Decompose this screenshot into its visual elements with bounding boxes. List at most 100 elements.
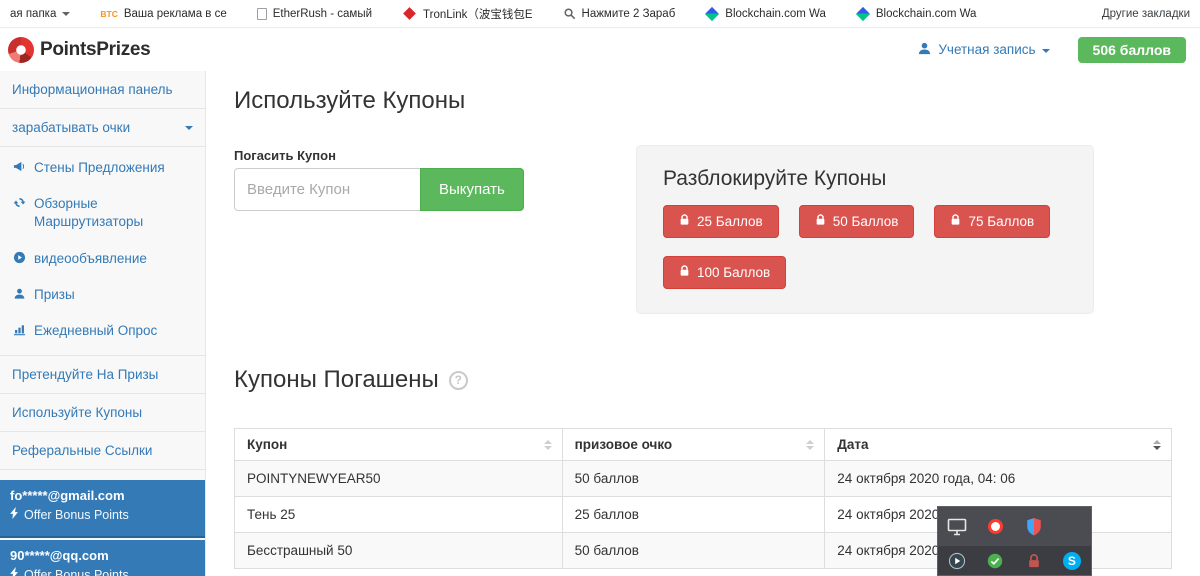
bookmark-item[interactable]: TronLink（波宝钱包E — [402, 6, 533, 22]
search-icon — [563, 7, 576, 20]
system-tray-flyout: S — [937, 506, 1092, 576]
redeem-button[interactable]: Выкупать — [420, 168, 524, 211]
cell-coupon: Тень 25 — [235, 497, 563, 533]
sidebar-item-prizes[interactable]: Призы — [0, 277, 205, 313]
column-header-coupon[interactable]: Купон — [235, 429, 563, 461]
opera-icon[interactable] — [988, 519, 1003, 534]
redeem-coupon-label: Погасить Купон — [234, 148, 336, 163]
header: PointsPrizes Учетная запись 506 баллов — [0, 28, 1200, 71]
sidebar-item-video-ads[interactable]: видеообъявление — [0, 241, 205, 277]
bookmark-label: Ваша реклама в се — [124, 8, 227, 20]
sidebar-item-use-coupons[interactable]: Используйте Купоны — [0, 394, 205, 432]
referral-note-label: Offer Bonus Points — [24, 568, 129, 576]
cell-date: 24 октября 2020 года, 04: 06 — [825, 461, 1172, 497]
tronlink-icon — [403, 7, 416, 20]
chart-icon — [13, 323, 26, 339]
tray-row — [938, 507, 1091, 546]
redeemed-coupons-title-label: Купоны Погашены — [234, 366, 439, 394]
column-label: Купон — [247, 437, 287, 452]
bookmark-item[interactable]: EtherRush - самый — [257, 8, 372, 20]
unlock-coupons-title: Разблокируйте Купоны — [637, 146, 1093, 191]
sidebar-item-label: Используйте Купоны — [12, 405, 142, 420]
unlock-button-label: 100 Баллов — [697, 265, 770, 280]
skype-letter: S — [1063, 552, 1081, 570]
brand-logo[interactable]: PointsPrizes — [8, 37, 150, 63]
blockchain-icon — [856, 6, 870, 20]
table-row: POINTYNEWYEAR50 50 баллов 24 октября 202… — [235, 461, 1172, 497]
sort-icon — [544, 440, 552, 450]
sidebar-item-referral-links[interactable]: Реферальные Ссылки — [0, 432, 205, 470]
coupon-input[interactable] — [234, 168, 420, 211]
btc-icon: BTC — [100, 9, 117, 19]
bookmark-item[interactable]: BTC Ваша реклама в се — [100, 8, 226, 20]
sidebar-item-survey-routers[interactable]: Обзорные Маршрутизаторы — [0, 186, 205, 240]
sidebar-item-daily-poll[interactable]: Ежедневный Опрос — [0, 313, 205, 349]
column-header-date[interactable]: Дата — [825, 429, 1172, 461]
referral-email: 90*****@qq.com — [10, 548, 195, 563]
cell-coupon: POINTYNEWYEAR50 — [235, 461, 563, 497]
unlock-button-label: 25 Баллов — [697, 214, 763, 229]
bolt-icon — [10, 567, 19, 576]
referral-email: fo*****@gmail.com — [10, 488, 195, 503]
unlock-50-button[interactable]: 50 Баллов — [799, 205, 915, 238]
blockchain-icon — [705, 6, 719, 20]
bookmark-label: Нажмите 2 Зараб — [582, 8, 676, 20]
skype-icon[interactable]: S — [1063, 552, 1081, 570]
unlock-75-button[interactable]: 75 Баллов — [934, 205, 1050, 238]
redeemed-coupons-title: Купоны Погашены ? — [234, 366, 468, 394]
colored-grid-icon[interactable] — [1063, 518, 1080, 535]
user-icon — [917, 41, 932, 59]
chevron-down-icon — [62, 12, 70, 16]
lock-icon — [815, 214, 826, 229]
sidebar-item-offer-walls[interactable]: Стены Предложения — [0, 150, 205, 186]
display-icon[interactable] — [946, 517, 968, 537]
column-label: Дата — [837, 437, 868, 452]
megaphone-icon — [13, 160, 26, 176]
page-title: Используйте Купоны — [234, 87, 465, 115]
bolt-icon — [10, 507, 19, 522]
help-icon[interactable]: ? — [449, 371, 468, 390]
lock-icon — [679, 265, 690, 280]
unlock-25-button[interactable]: 25 Баллов — [663, 205, 779, 238]
lock-icon[interactable] — [1027, 553, 1041, 569]
chevron-down-icon — [185, 126, 193, 130]
bookmark-item[interactable]: Нажмите 2 Зараб — [563, 7, 676, 20]
pointsprizes-logo-icon — [8, 37, 34, 63]
table-header-row: Купон призовое очко Дата — [235, 429, 1172, 461]
sort-icon — [806, 440, 814, 450]
tray-row: S — [938, 546, 1091, 575]
account-menu[interactable]: Учетная запись — [917, 41, 1049, 59]
sidebar-item-label: видеообъявление — [34, 250, 147, 268]
bookmark-item[interactable]: Blockchain.com Wa — [856, 8, 977, 20]
bookmark-label: Blockchain.com Wa — [725, 8, 826, 20]
redeem-input-group: Выкупать — [234, 168, 524, 211]
points-balance-badge[interactable]: 506 баллов — [1078, 37, 1186, 63]
other-bookmarks-button[interactable]: Другие закладки — [1102, 8, 1190, 20]
checkmark-icon[interactable] — [987, 553, 1003, 569]
refresh-icon — [13, 196, 26, 212]
shield-icon[interactable] — [1025, 517, 1043, 537]
sidebar-item-label: Обзорные Маршрутизаторы — [34, 195, 184, 231]
sidebar-item-claim-prizes[interactable]: Претендуйте На Призы — [0, 356, 205, 394]
chevron-down-icon — [1042, 49, 1050, 53]
bookmark-label: TronLink（波宝钱包E — [423, 6, 533, 22]
bookmark-label: ая папка — [10, 8, 56, 20]
column-header-points[interactable]: призовое очко — [562, 429, 825, 461]
sidebar-item-label: Стены Предложения — [34, 159, 165, 177]
referral-note-label: Offer Bonus Points — [24, 508, 129, 522]
referral-entry[interactable]: fo*****@gmail.com Offer Bonus Points — [0, 480, 205, 538]
header-right: Учетная запись 506 баллов — [917, 37, 1186, 63]
unlock-100-button[interactable]: 100 Баллов — [663, 256, 786, 289]
bookmark-label: EtherRush - самый — [273, 8, 372, 20]
sidebar-item-label: Информационная панель — [12, 82, 173, 97]
bookmark-folder[interactable]: ая папка — [10, 8, 70, 20]
lock-icon — [679, 214, 690, 229]
sidebar-item-label: Претендуйте На Призы — [12, 367, 158, 382]
media-play-icon[interactable] — [948, 552, 966, 570]
unlock-button-label: 75 Баллов — [968, 214, 1034, 229]
cell-points: 50 баллов — [562, 461, 825, 497]
bookmark-item[interactable]: Blockchain.com Wa — [705, 8, 826, 20]
sidebar-item-dashboard[interactable]: Информационная панель — [0, 71, 205, 109]
referral-entry[interactable]: 90*****@qq.com Offer Bonus Points — [0, 540, 205, 576]
sidebar-item-earn-points[interactable]: зарабатывать очки — [0, 109, 205, 147]
